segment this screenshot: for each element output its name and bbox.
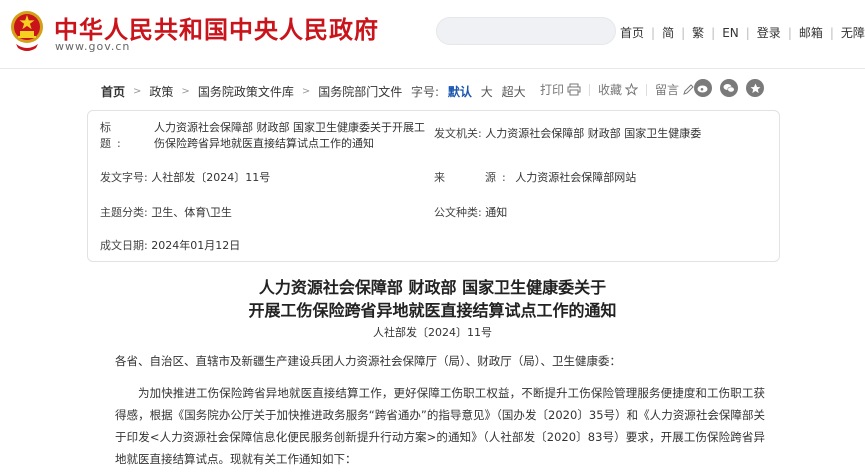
comment-button[interactable]: 留言 bbox=[655, 81, 695, 98]
meta-date-row: 成文日期: 2024年01月12日 bbox=[100, 238, 240, 254]
meta-doc-no-row: 发文字号: 人社部发〔2024〕11号 bbox=[100, 170, 270, 186]
breadcrumb: 首页 > 政策 > 国务院政策文件库 > 国务院部门文件 bbox=[101, 83, 402, 100]
top-link-login[interactable]: 登录 bbox=[757, 24, 781, 41]
meta-doc-no-value: 人社部发〔2024〕11号 bbox=[151, 171, 271, 184]
meta-title-value: 人力资源社会保障部 财政部 国家卫生健康委关于开展工伤保险跨省异地就医直接结算试… bbox=[154, 121, 425, 150]
meta-category-value: 卫生、体育\卫生 bbox=[151, 206, 232, 219]
font-size-label: 字号: bbox=[411, 85, 440, 99]
document-number: 人社部发〔2024〕11号 bbox=[373, 326, 492, 339]
meta-category-label: 主题分类: bbox=[100, 206, 148, 219]
meta-title-label: 标 题: bbox=[100, 121, 151, 150]
top-link-accessibility[interactable]: 无障碍 bbox=[841, 24, 865, 41]
top-links: 首页 | 简 | 繁 | EN | 登录 | 邮箱 | 无障碍 bbox=[620, 24, 865, 41]
favorite-button[interactable]: 收藏 bbox=[598, 81, 639, 98]
print-icon bbox=[567, 83, 581, 96]
print-button[interactable]: 打印 bbox=[540, 81, 581, 98]
share-buttons bbox=[694, 79, 772, 97]
document-salutation: 各省、自治区、直辖市及新疆生产建设兵团人力资源社会保障厅（局）、财政厅（局）、卫… bbox=[115, 354, 621, 368]
favorite-label: 收藏 bbox=[598, 83, 623, 97]
font-size-large[interactable]: 大 bbox=[481, 85, 493, 99]
meta-type-label: 公文种类: bbox=[434, 206, 482, 219]
header-divider bbox=[0, 68, 865, 69]
font-size-xlarge[interactable]: 超大 bbox=[502, 85, 526, 99]
site-header: 中华人民共和国中央人民政府 www.gov.cn 首页 | 简 | 繁 | EN | 登… bbox=[0, 0, 865, 65]
document-metadata-table: 标 题: 人力资源社会保障部 财政部 国家卫生健康委关于开展工伤保险跨省异地就医… bbox=[87, 110, 780, 262]
link-separator: | bbox=[711, 25, 716, 40]
font-size-selector: 字号: 默认 大 超大 bbox=[411, 83, 526, 100]
meta-category-row: 主题分类: 卫生、体育\卫生 bbox=[100, 205, 232, 221]
breadcrumb-arrow-icon: > bbox=[301, 86, 311, 97]
tool-separator bbox=[589, 83, 591, 96]
document-paragraph: 为加快推进工伤保险跨省异地就医直接结算工作，更好保障工伤职工权益，不断提升工伤保… bbox=[115, 386, 765, 466]
weibo-icon[interactable] bbox=[694, 79, 712, 97]
breadcrumb-department-docs[interactable]: 国务院部门文件 bbox=[318, 83, 402, 100]
document-title-line-2: 开展工伤保险跨省异地就医直接结算试点工作的通知 bbox=[248, 301, 617, 320]
top-link-traditional[interactable]: 繁 bbox=[692, 24, 704, 41]
meta-issuer-value: 人力资源社会保障部 财政部 国家卫生健康委 bbox=[485, 127, 702, 140]
meta-issuer-label: 发文机关: bbox=[434, 127, 482, 140]
breadcrumb-policy[interactable]: 政策 bbox=[149, 83, 173, 100]
tool-separator bbox=[646, 83, 648, 96]
star-icon bbox=[625, 83, 639, 96]
wechat-icon[interactable] bbox=[720, 79, 738, 97]
breadcrumb-home[interactable]: 首页 bbox=[101, 83, 125, 100]
top-link-simplified[interactable]: 简 bbox=[662, 24, 674, 41]
link-separator: | bbox=[651, 25, 656, 40]
meta-date-label: 成文日期: bbox=[100, 239, 148, 252]
meta-date-value: 2024年01月12日 bbox=[151, 239, 241, 252]
breadcrumb-arrow-icon: > bbox=[133, 86, 142, 97]
site-domain: www.gov.cn bbox=[55, 40, 131, 53]
comment-label: 留言 bbox=[655, 83, 680, 97]
meta-type-row: 公文种类: 通知 bbox=[434, 205, 507, 221]
top-link-mail[interactable]: 邮箱 bbox=[799, 24, 823, 41]
top-link-english[interactable]: EN bbox=[722, 26, 739, 40]
page-tools: 打印 收藏 留言 bbox=[540, 81, 695, 98]
document-title-line-1: 人力资源社会保障部 财政部 国家卫生健康委关于 bbox=[258, 278, 607, 297]
qzone-icon[interactable] bbox=[746, 79, 764, 97]
meta-source-value: 人力资源社会保障部网站 bbox=[515, 171, 637, 184]
meta-doc-no-label: 发文字号: bbox=[100, 171, 148, 184]
link-separator: | bbox=[829, 25, 834, 40]
national-emblem-icon[interactable] bbox=[10, 8, 44, 54]
meta-type-value: 通知 bbox=[485, 206, 508, 219]
meta-title-row: 标 题: 人力资源社会保障部 财政部 国家卫生健康委关于开展工伤保险跨省异地就医… bbox=[100, 120, 430, 152]
link-separator: | bbox=[787, 25, 792, 40]
link-separator: | bbox=[745, 25, 750, 40]
print-label: 打印 bbox=[540, 83, 565, 97]
breadcrumb-policy-library[interactable]: 国务院政策文件库 bbox=[198, 83, 294, 100]
top-link-home[interactable]: 首页 bbox=[620, 24, 644, 41]
meta-issuer-row: 发文机关: 人力资源社会保障部 财政部 国家卫生健康委 bbox=[434, 126, 701, 142]
font-size-default[interactable]: 默认 bbox=[448, 85, 472, 99]
link-separator: | bbox=[681, 25, 686, 40]
meta-source-label: 来 源: bbox=[434, 171, 512, 184]
meta-source-row: 来 源: 人力资源社会保障部网站 bbox=[434, 170, 636, 186]
search-input[interactable] bbox=[436, 17, 616, 45]
breadcrumb-arrow-icon: > bbox=[181, 86, 190, 97]
